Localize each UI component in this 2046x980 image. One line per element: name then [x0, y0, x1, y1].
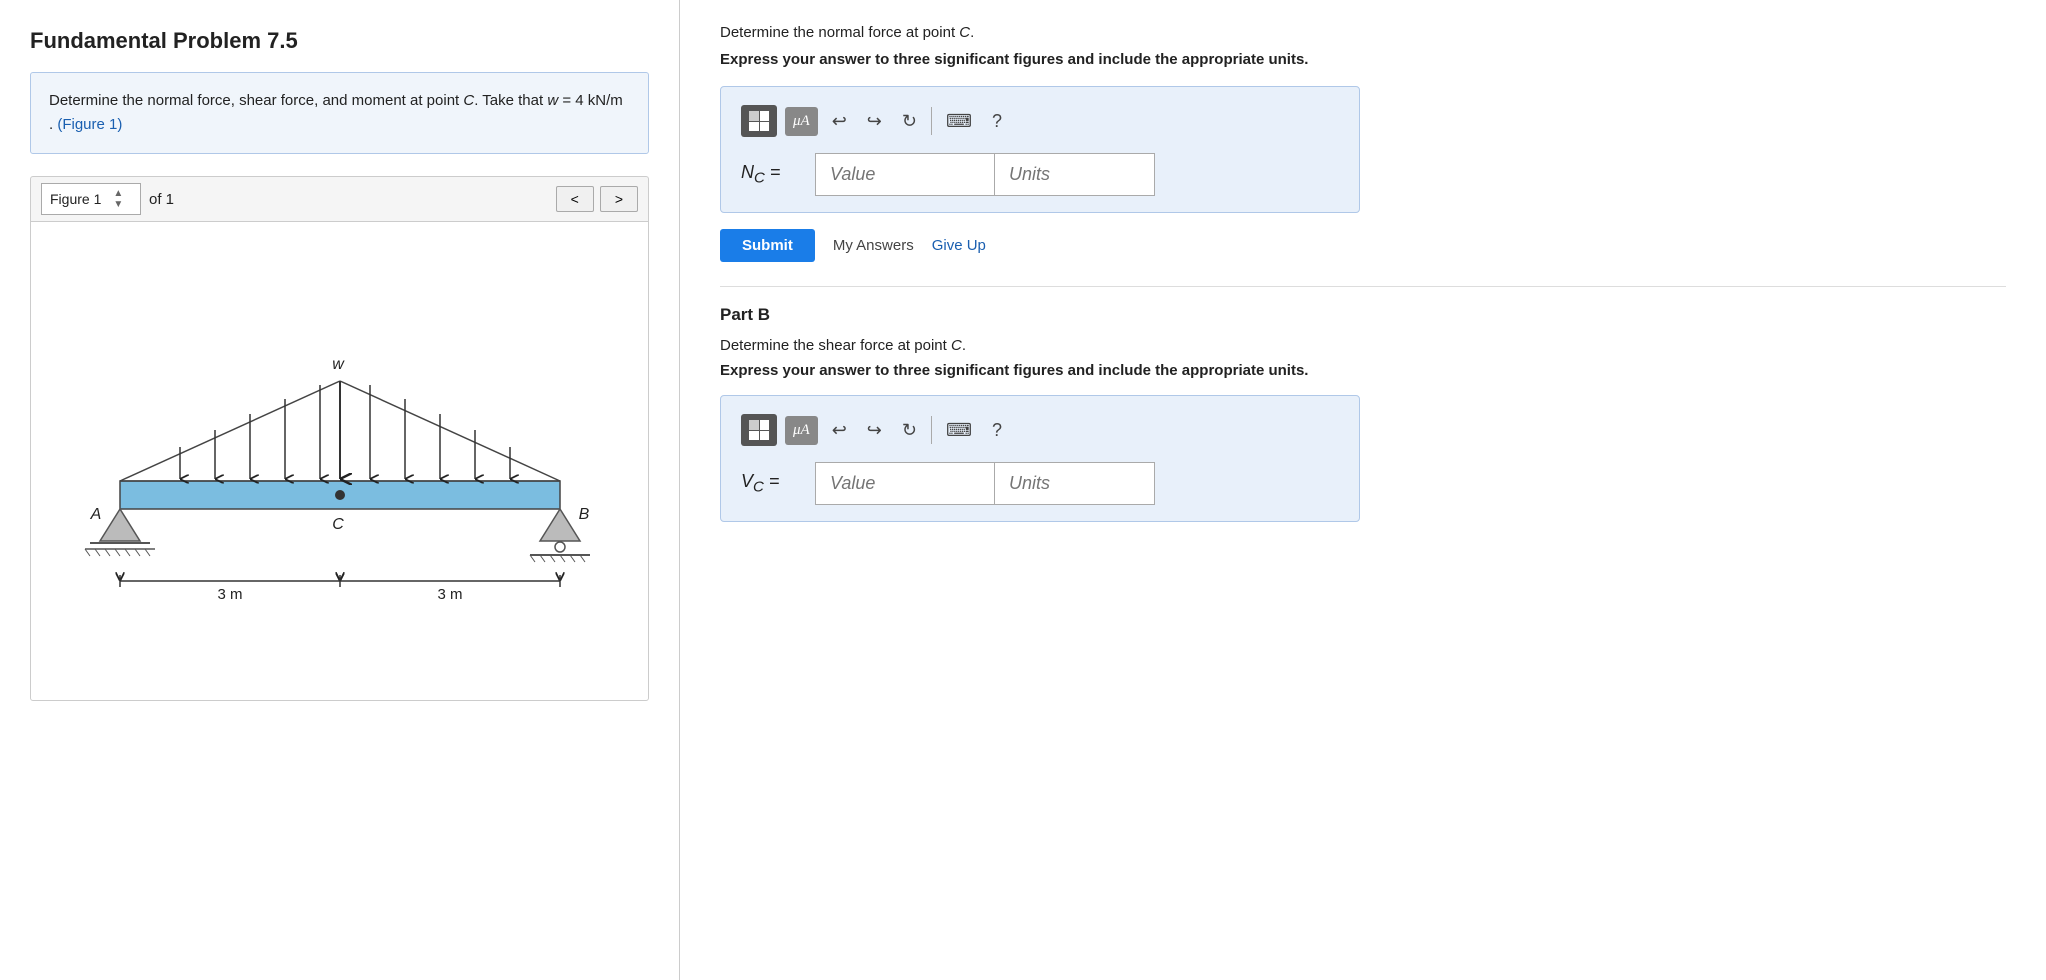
part-b: Part B Determine the shear force at poin… [720, 305, 2006, 522]
part-a-units-input[interactable] [995, 153, 1155, 196]
part-b-bold-instruction: Express your answer to three significant… [720, 362, 2006, 379]
help-button[interactable]: ? [986, 107, 1008, 136]
part-b-answer-label: VC = [741, 471, 801, 496]
figure-of-text: of 1 [149, 191, 174, 208]
part-a-answer-label: NC = [741, 162, 801, 187]
undo-button[interactable]: ↩ [826, 107, 853, 136]
left-panel: Fundamental Problem 7.5 Determine the no… [0, 0, 680, 980]
part-b-mu-button[interactable]: μA [785, 416, 818, 445]
svg-text:3 m: 3 m [437, 586, 462, 603]
figure-link[interactable]: (Figure 1) [57, 116, 122, 133]
part-b-units-input[interactable] [995, 462, 1155, 505]
part-b-answer-box: μA ↩ ↪ ↻ ⌨ ? VC = [720, 395, 1360, 522]
part-b-refresh-button[interactable]: ↻ [896, 416, 923, 445]
part-b-instruction: Determine the shear force at point C. [720, 337, 2006, 354]
figure-box: w C A B 3 m 3 m [30, 221, 649, 701]
keyboard-button[interactable]: ⌨ [940, 107, 978, 136]
svg-text:B: B [578, 506, 589, 523]
refresh-button[interactable]: ↻ [896, 107, 923, 136]
prev-button[interactable]: < [556, 186, 594, 212]
section-divider [720, 286, 2006, 287]
part-a-instruction: Determine the normal force at point C. [720, 24, 2006, 41]
grid-button[interactable] [741, 105, 777, 137]
part-b-label: Part B [720, 305, 2006, 325]
submit-button[interactable]: Submit [720, 229, 815, 262]
part-a-toolbar: μA ↩ ↪ ↻ ⌨ ? [741, 105, 1339, 137]
part-a-answer-box: μA ↩ ↪ ↻ ⌨ ? NC = [720, 86, 1360, 213]
part-a: Determine the normal force at point C. E… [720, 24, 2006, 262]
part-b-redo-button[interactable]: ↪ [861, 416, 888, 445]
part-a-answer-row: NC = [741, 153, 1339, 196]
next-button[interactable]: > [600, 186, 638, 212]
mu-icon: μA [793, 113, 810, 130]
part-b-toolbar-separator [931, 416, 932, 444]
grid-icon [749, 111, 769, 131]
part-a-submit-row: Submit My Answers Give Up [720, 229, 2006, 262]
part-b-value-input[interactable] [815, 462, 995, 505]
right-panel: Determine the normal force at point C. E… [680, 0, 2046, 980]
redo-button[interactable]: ↪ [861, 107, 888, 136]
figure-select-label: Figure 1 [50, 191, 101, 207]
part-b-grid-icon [749, 420, 769, 440]
give-up-link[interactable]: Give Up [932, 237, 986, 254]
part-b-undo-button[interactable]: ↩ [826, 416, 853, 445]
part-a-value-input[interactable] [815, 153, 995, 196]
description-text: Determine the normal force, shear force,… [49, 92, 623, 133]
part-b-toolbar: μA ↩ ↪ ↻ ⌨ ? [741, 414, 1339, 446]
part-b-answer-row: VC = [741, 462, 1339, 505]
mu-button[interactable]: μA [785, 107, 818, 136]
svg-text:3 m: 3 m [217, 586, 242, 603]
toolbar-separator [931, 107, 932, 135]
w-label: w [332, 356, 345, 373]
part-b-help-button[interactable]: ? [986, 416, 1008, 445]
problem-description: Determine the normal force, shear force,… [30, 72, 649, 154]
part-b-grid-button[interactable] [741, 414, 777, 446]
problem-title: Fundamental Problem 7.5 [30, 28, 649, 54]
svg-text:A: A [89, 506, 101, 523]
figure-spinner[interactable]: ▲ ▼ [113, 188, 129, 210]
svg-text:C: C [332, 516, 344, 533]
part-b-mu-icon: μA [793, 422, 810, 439]
part-a-bold-instruction: Express your answer to three significant… [720, 51, 2006, 68]
part-b-keyboard-button[interactable]: ⌨ [940, 416, 978, 445]
figure-select[interactable]: Figure 1 ▲ ▼ [41, 183, 141, 215]
my-answers-text: My Answers [833, 237, 914, 254]
figure-arrows: < > [556, 186, 638, 212]
figure-svg: w C A B 3 m 3 m [60, 251, 620, 671]
figure-nav: Figure 1 ▲ ▼ of 1 < > [30, 176, 649, 221]
